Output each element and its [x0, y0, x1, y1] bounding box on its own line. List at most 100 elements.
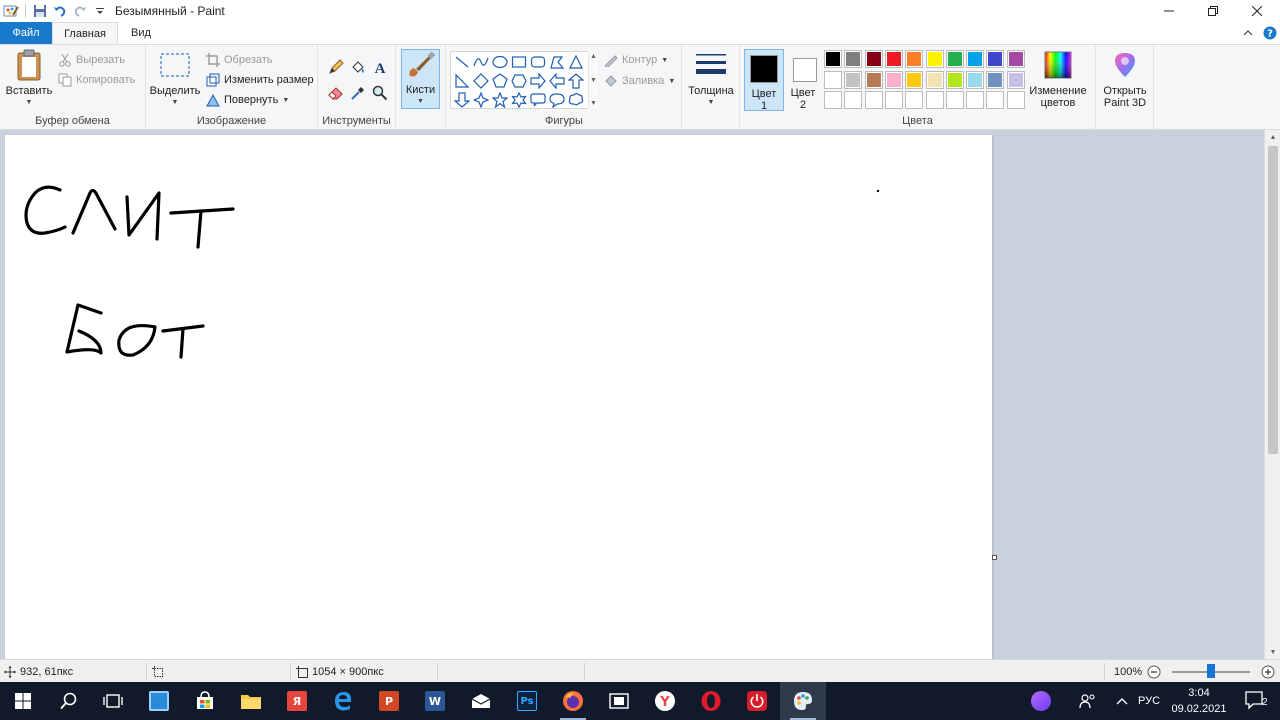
line-shape-icon[interactable] [453, 53, 471, 71]
palette-swatch[interactable] [884, 50, 903, 68]
taskbar-app-powerpoint[interactable]: P [366, 682, 412, 720]
redo-icon[interactable] [71, 2, 89, 20]
taskbar-app-photoshop[interactable]: Ps [504, 682, 550, 720]
customize-toolbar-icon[interactable] [91, 2, 109, 20]
input-language-indicator[interactable]: РУС [1138, 682, 1160, 720]
scroll-down-icon[interactable]: ▼ [590, 77, 597, 84]
oval-shape-icon[interactable] [491, 53, 509, 71]
show-hidden-icons-button[interactable] [1108, 682, 1136, 720]
taskbar-app-paint[interactable] [780, 682, 826, 720]
resize-button[interactable]: Изменить размер [206, 71, 314, 89]
zoom-in-button[interactable] [1261, 660, 1275, 683]
canvas-resize-handle[interactable] [992, 555, 997, 560]
taskbar-app-screen-sketch[interactable] [136, 682, 182, 720]
oval-callout-shape-icon[interactable] [548, 91, 566, 109]
save-icon[interactable] [31, 2, 49, 20]
tab-file[interactable]: Файл [0, 22, 52, 44]
taskbar-app-edge[interactable] [320, 682, 366, 720]
palette-swatch[interactable] [864, 70, 883, 89]
palette-swatch-empty[interactable] [986, 91, 1005, 109]
taskbar-app-movies[interactable] [596, 682, 642, 720]
palette-swatch[interactable] [925, 50, 944, 68]
rounded-callout-shape-icon[interactable] [529, 91, 547, 109]
clock[interactable]: 3:04 09.02.2021 [1164, 685, 1234, 717]
taskbar-app-file-explorer[interactable] [228, 682, 274, 720]
task-view-button[interactable] [90, 682, 136, 720]
shapes-scrollbar[interactable]: ▲ ▼ ▼ [588, 51, 598, 109]
four-point-star-shape-icon[interactable] [472, 91, 490, 109]
taskbar-app-word[interactable]: W [412, 682, 458, 720]
start-button[interactable] [0, 682, 46, 720]
drawing-canvas[interactable] [5, 135, 992, 659]
rectangle-shape-icon[interactable] [510, 53, 528, 71]
palette-swatch[interactable] [966, 50, 985, 68]
undo-icon[interactable] [51, 2, 69, 20]
rounded-rectangle-shape-icon[interactable] [529, 53, 547, 71]
notifications-button[interactable]: 2 [1236, 682, 1276, 720]
vertical-scrollbar[interactable]: ▲ ▼ [1264, 130, 1280, 659]
minimize-button[interactable] [1146, 0, 1192, 22]
palette-swatch-empty[interactable] [966, 91, 985, 109]
palette-swatch[interactable] [1006, 50, 1025, 68]
paste-button[interactable]: Вставить ▼ [4, 49, 54, 109]
outline-button[interactable]: Контур ▼ [604, 51, 668, 69]
help-icon[interactable]: ? [1262, 25, 1278, 41]
taskbar-alice-button[interactable] [1018, 682, 1064, 720]
palette-swatch[interactable] [986, 70, 1005, 89]
size-button[interactable]: Толщина ▼ [685, 49, 737, 109]
taskbar-app-yandex[interactable]: Y [642, 682, 688, 720]
expand-gallery-icon[interactable]: ▼ [590, 100, 597, 107]
select-button[interactable]: Выделить ▼ [148, 49, 202, 109]
left-arrow-shape-icon[interactable] [548, 72, 566, 90]
palette-swatch-empty[interactable] [905, 91, 924, 109]
down-arrow-shape-icon[interactable] [453, 91, 471, 109]
paint-app-icon[interactable] [2, 2, 20, 20]
palette-swatch[interactable] [824, 70, 842, 89]
crop-button[interactable]: Обрезать [206, 51, 273, 69]
palette-swatch-empty[interactable] [824, 91, 842, 109]
palette-swatch[interactable] [824, 50, 842, 68]
brushes-button[interactable]: Кисти ▼ [401, 49, 440, 109]
diamond-shape-icon[interactable] [472, 72, 490, 90]
taskbar-app-mail[interactable] [458, 682, 504, 720]
color2-button[interactable]: Цвет 2 [786, 49, 820, 111]
palette-swatch-empty[interactable] [864, 91, 883, 109]
palette-swatch[interactable] [905, 70, 924, 89]
right-triangle-shape-icon[interactable] [453, 72, 471, 90]
people-button[interactable] [1070, 682, 1106, 720]
scroll-up-icon[interactable]: ▲ [590, 53, 597, 60]
palette-swatch[interactable] [844, 50, 863, 68]
taskbar-app-opera[interactable] [688, 682, 734, 720]
palette-swatch-empty[interactable] [945, 91, 964, 109]
cut-button[interactable]: Вырезать [58, 51, 125, 69]
palette-swatch[interactable] [864, 50, 883, 68]
taskbar-app-store[interactable] [182, 682, 228, 720]
magnifier-icon[interactable] [370, 83, 390, 103]
palette-swatch[interactable] [945, 50, 964, 68]
palette-swatch[interactable] [966, 70, 985, 89]
palette-swatch[interactable] [905, 50, 924, 68]
five-point-star-shape-icon[interactable] [491, 91, 509, 109]
taskbar-app-yandex-browser[interactable]: Я [274, 682, 320, 720]
palette-swatch[interactable] [884, 70, 903, 89]
palette-swatch[interactable] [844, 70, 863, 89]
palette-swatch[interactable] [1006, 70, 1025, 89]
palette-swatch[interactable] [986, 50, 1005, 68]
six-point-star-shape-icon[interactable] [510, 91, 528, 109]
zoom-out-button[interactable] [1147, 660, 1161, 683]
collapse-ribbon-icon[interactable] [1240, 25, 1256, 41]
up-arrow-shape-icon[interactable] [567, 72, 585, 90]
scroll-down-icon[interactable]: ▼ [1265, 645, 1280, 659]
fill-button[interactable]: Заливка ▼ [604, 72, 675, 90]
rotate-button[interactable]: Повернуть ▼ [206, 91, 289, 109]
open-paint3d-button[interactable]: Открыть Paint 3D [1097, 49, 1153, 109]
edit-colors-button[interactable]: Изменение цветов [1028, 49, 1088, 109]
restore-button[interactable] [1190, 0, 1236, 22]
hexagon-shape-icon[interactable] [510, 72, 528, 90]
scrollbar-thumb[interactable] [1268, 146, 1278, 454]
palette-swatch-empty[interactable] [884, 91, 903, 109]
palette-swatch-empty[interactable] [1006, 91, 1025, 109]
palette-swatch[interactable] [945, 70, 964, 89]
pentagon-shape-icon[interactable] [491, 72, 509, 90]
taskbar-app-power[interactable] [734, 682, 780, 720]
